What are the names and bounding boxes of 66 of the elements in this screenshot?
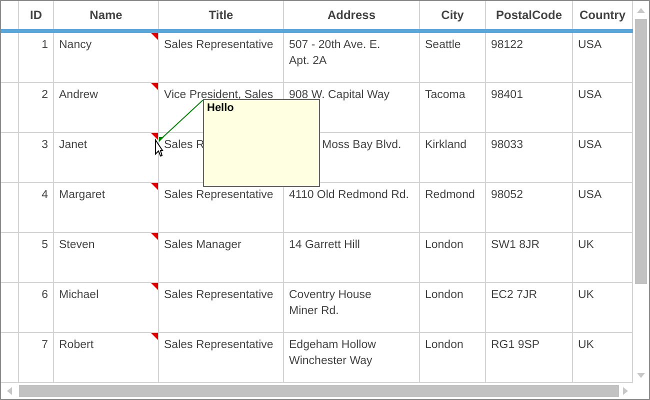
table-cell-text: EC2 7JR [491,288,538,303]
table-cell-text: 1 [42,38,48,53]
column-header[interactable]: Title [159,1,284,29]
row-header[interactable] [1,33,19,83]
column-header[interactable]: Address [284,1,420,29]
table-cell-text: Robert [59,338,94,353]
table-cell-text: RG1 9SP [491,338,540,353]
table-cell-text: 3 [42,138,48,153]
table-cell-text: 98052 [491,188,523,203]
table-cell-text: UK [578,288,594,303]
table-cell-text: Seattle [425,38,461,53]
row-header[interactable] [1,83,19,133]
table-cell-text: Nancy [59,38,92,53]
table-cell-text: 14 Garrett Hill [289,238,360,253]
row-header[interactable] [1,283,19,333]
table-cell-text: Margaret [59,188,106,203]
scroll-right-icon[interactable] [623,387,628,395]
scroll-down-icon[interactable] [637,373,645,378]
scroll-left-icon[interactable] [7,387,12,395]
table-cell-text: Sales Manager [164,238,242,253]
table-cell-text: Kirkland [425,138,467,153]
table-cell-text: Sales Representative [164,38,274,53]
table-cell-text: London [425,338,464,353]
table-cell-text: Redmond [425,188,475,203]
table-cell-text: 507 - 20th Ave. E. Apt. 2A [289,38,380,69]
table-cell-text: Michael [59,288,99,303]
table-cell-text: London [425,288,464,303]
table-cell-text: 4 [42,188,48,203]
column-header[interactable]: City [420,1,486,29]
table-cell-text: 98033 [491,138,523,153]
table-cell-text: USA [578,188,602,203]
table-cell-text: USA [578,88,602,103]
table-cell-text: Moss Bay Blvd. [322,138,402,153]
table-cell-text: UK [578,338,594,353]
table-cell-text: 7 [42,338,48,353]
row-header[interactable] [1,233,19,283]
table-cell-text: USA [578,38,602,53]
table-cell-text: 4110 Old Redmond Rd. [289,188,409,203]
table-cell-text: UK [578,238,594,253]
scroll-up-icon[interactable] [637,8,645,13]
table-cell-text: Steven [59,238,95,253]
table-cell-text: Andrew [59,88,98,103]
row-header[interactable] [1,183,19,233]
table-cell-text: SW1 8JR [491,238,540,253]
column-header[interactable]: Name [54,1,159,29]
table-cell-text: USA [578,138,602,153]
column-header[interactable]: PostalCode [486,1,573,29]
table-cell-text: Coventry House Miner Rd. [289,288,372,319]
scrollbar-thumb[interactable] [19,385,619,397]
table-cell-text: Sales Representative [164,338,274,353]
row-header[interactable] [1,133,19,183]
table-cell-text: 5 [42,238,48,253]
scrollbar-thumb[interactable] [635,19,647,284]
table-cell-text: 6 [42,288,48,303]
table-cell-text: Edgeham Hollow Winchester Way [289,338,376,369]
column-header[interactable]: ID [19,1,54,29]
table-cell-text: London [425,238,464,253]
table-cell-text: Sales Representative [164,188,274,203]
table-cell-text: 98401 [491,88,523,103]
table-cell-text: 2 [42,88,48,103]
table-cell-text: Sales Representative [164,288,274,303]
comment-tooltip: Hello [203,99,320,187]
table-cell-text: Tacoma [425,88,466,103]
table-cell-text: 98122 [491,38,523,53]
cursor-icon [155,138,164,157]
table-cell-text: Janet [59,138,88,153]
